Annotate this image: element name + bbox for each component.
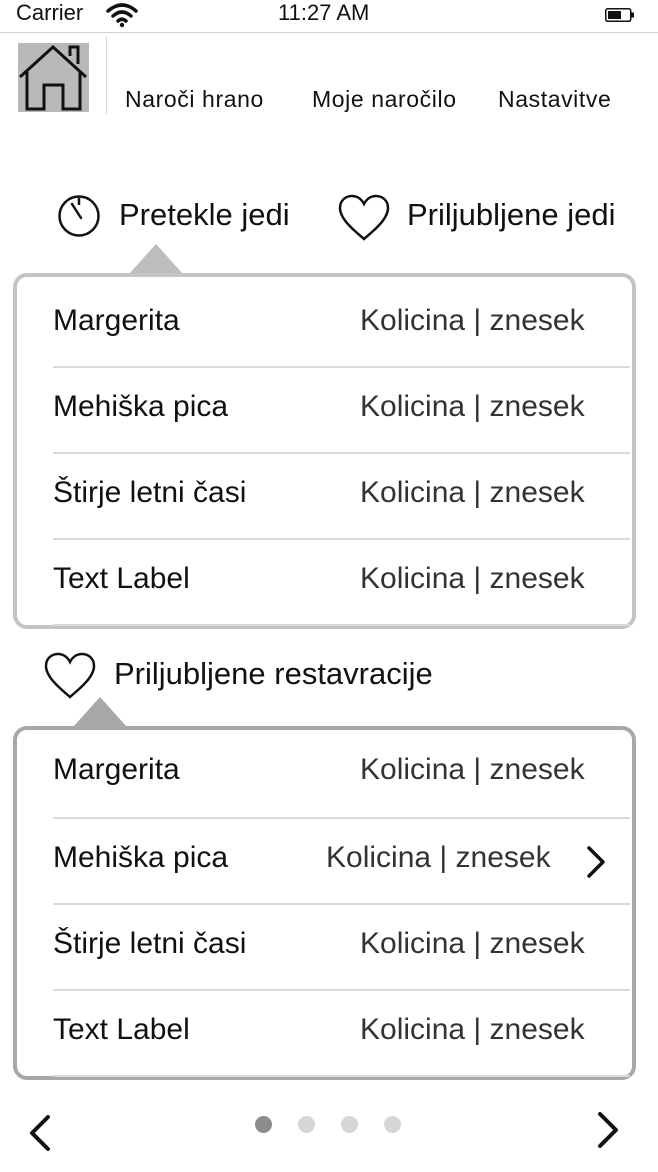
chevron-right-icon[interactable] — [584, 845, 608, 879]
wifi-icon — [106, 3, 138, 28]
tab-recent-dishes[interactable]: Pretekle jedi — [56, 193, 306, 237]
list-item-value: Kolicina | znesek — [360, 1013, 585, 1046]
chevron-right-icon[interactable] — [594, 1111, 622, 1149]
list-item-value: Kolicina | znesek — [360, 390, 585, 423]
page-dot[interactable] — [255, 1116, 272, 1133]
card-pointer — [129, 244, 183, 274]
nav-divider — [106, 36, 107, 114]
tab-recent-dishes-label: Pretekle jedi — [119, 197, 290, 232]
list-item-value: Kolicina | znesek — [360, 753, 585, 786]
list-item-value: Kolicina | znesek — [326, 841, 551, 874]
list-item-name: Štirje letni časi — [53, 476, 247, 509]
battery-icon — [605, 8, 634, 22]
tab-favorite-dishes-label: Priljubljene jedi — [407, 197, 616, 232]
list-item-value: Kolicina | znesek — [360, 304, 585, 337]
page-dot[interactable] — [298, 1116, 315, 1133]
heart-icon — [44, 652, 96, 699]
list-item-name: Text Label — [53, 1013, 190, 1046]
list-item-name: Text Label — [53, 562, 190, 595]
nav-my-order[interactable]: Moje naročilo — [312, 84, 457, 114]
clock-time: 11:27 AM — [278, 0, 370, 25]
chevron-left-icon[interactable] — [26, 1114, 54, 1152]
heart-icon — [338, 194, 390, 241]
nav-settings[interactable]: Nastavitve — [498, 84, 611, 114]
list-item-name: Mehiška pica — [53, 841, 229, 874]
list-item-value: Kolicina | znesek — [360, 562, 585, 595]
list-item-value: Kolicina | znesek — [360, 927, 585, 960]
page-dot[interactable] — [384, 1116, 401, 1133]
home-button[interactable] — [18, 43, 89, 112]
list-item-name: Margerita — [53, 304, 180, 337]
list-item-name: Štirje letni časi — [53, 927, 247, 960]
nav-order-food[interactable]: Naroči hrano — [125, 84, 264, 114]
list-item-name: Margerita — [53, 753, 180, 786]
card-pointer — [73, 697, 127, 727]
tab-favorite-restaurants-label: Priljubljene restavracije — [114, 656, 433, 691]
tab-favorite-dishes[interactable]: Priljubljene jedi — [338, 193, 628, 243]
carrier-label: Carrier — [16, 0, 84, 25]
page-dot[interactable] — [341, 1116, 358, 1133]
house-icon — [18, 44, 88, 111]
list-item-name: Mehiška pica — [53, 390, 229, 423]
list-item-value: Kolicina | znesek — [360, 476, 585, 509]
row-divider — [53, 624, 630, 626]
timer-icon — [58, 195, 100, 237]
row-divider — [53, 1075, 630, 1077]
tab-favorite-restaurants[interactable]: Priljubljene restavracije — [44, 652, 464, 700]
